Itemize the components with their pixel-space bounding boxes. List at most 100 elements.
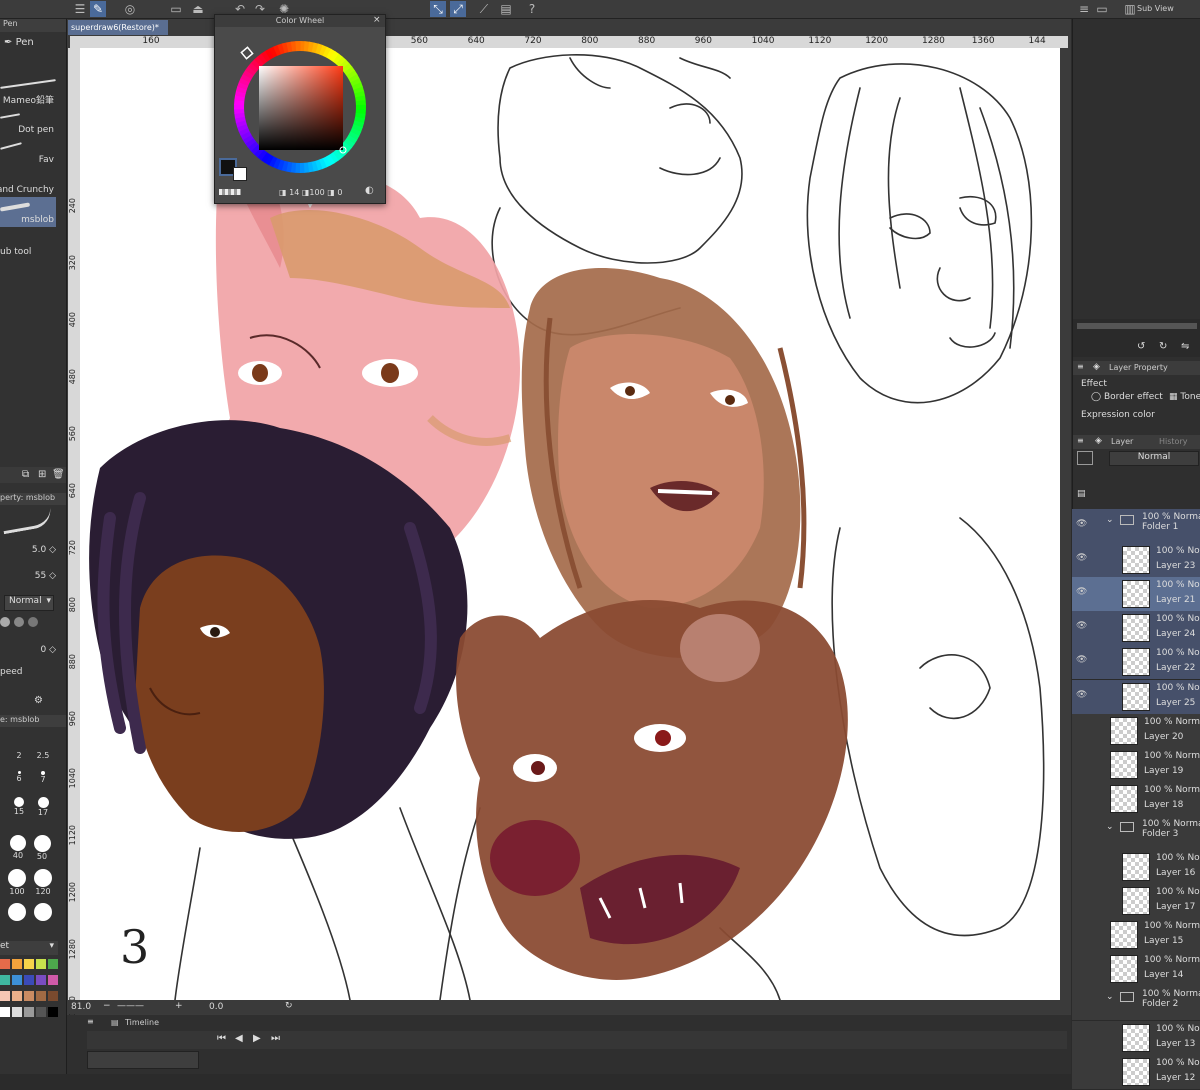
help-icon[interactable]: ? [524,1,540,17]
layer-name[interactable]: Layer 20 [1144,732,1183,742]
timeline-menu-icon[interactable]: ≡ [87,1017,94,1026]
blend-mode-select[interactable]: Normal [1109,451,1199,466]
layer-folder-row[interactable]: 👁 ⌄ 100 % Normal Folder 1 [1072,509,1200,544]
layer-name[interactable]: Layer 19 [1144,766,1183,776]
visibility-eye-icon[interactable] [1076,724,1086,734]
expand-chevron-icon[interactable]: ⌄ [1106,992,1114,1002]
hue-marker[interactable] [240,46,254,60]
border-effect-button[interactable]: ◯ Border effect [1091,392,1163,402]
layer-folder-row[interactable]: ⌄ 100 % Normal Folder 3 [1072,815,1200,851]
layer-name[interactable]: Layer 17 [1156,902,1195,912]
visibility-eye-icon[interactable] [1076,894,1086,904]
layer-name[interactable]: Folder 1 [1142,522,1178,532]
blend-mode-select[interactable]: Normal ▾ [4,595,54,611]
brush-size-item[interactable]: 6 [12,771,26,783]
navigator-slider[interactable] [1077,323,1197,329]
layer-row[interactable]: 100 % Nor Layer 17 [1072,884,1200,920]
expand-chevron-icon[interactable]: ⌄ [1106,515,1114,525]
snap-special-icon[interactable]: ⤢ [450,1,466,17]
layer-name[interactable]: Folder 2 [1142,999,1178,1009]
layer-name[interactable]: Layer 12 [1156,1073,1195,1083]
brush-size-item[interactable]: 2 [12,751,26,760]
trash-icon[interactable]: 🗑 [52,469,65,480]
color-swatch[interactable] [48,1007,58,1017]
visibility-eye-icon[interactable]: 👁 [1076,519,1087,529]
panel-menu-icon[interactable]: ≡ [1076,1,1092,17]
color-swatch[interactable] [24,959,34,969]
brush-size-item[interactable]: 2.5 [36,751,50,760]
tip-hard-icon[interactable] [0,617,10,627]
color-swatch[interactable] [24,991,34,1001]
subview-icon[interactable]: ▥ [1122,1,1138,17]
visibility-eye-icon[interactable]: 👁 [1076,553,1087,563]
save-icon[interactable]: ⏏ [190,1,206,17]
size-control[interactable]: 5.0 ◇ [0,545,56,555]
color-swatch[interactable] [12,991,22,1001]
color-swatch[interactable] [0,991,10,1001]
layer-row[interactable]: 👁 100 % Nor Layer 25 [1072,679,1200,715]
tone-button[interactable]: ▦ Tone [1169,392,1200,402]
sub-tool-tab[interactable]: Pen [0,19,66,32]
brush-item[interactable]: o and Crunchy [0,167,56,197]
color-swatch[interactable] [0,975,10,985]
layer-row[interactable]: 100 % Normal Layer 19 [1072,747,1200,783]
settings-icon[interactable]: ⚙ [34,695,43,706]
folder-icon[interactable]: ▭ [168,1,184,17]
visibility-eye-icon[interactable] [1076,826,1086,836]
layer-name[interactable]: Layer 16 [1156,868,1195,878]
layer-menu-icon[interactable]: ▤ [1077,489,1086,499]
layer-property-tab[interactable]: Layer Property [1109,362,1168,374]
layer-name[interactable]: Layer 24 [1156,629,1195,639]
color-swatch[interactable] [12,959,22,969]
opacity-control[interactable]: 55 ◇ [0,571,56,581]
color-swatch[interactable] [0,959,10,969]
rotation-value[interactable]: 0.0 [209,1002,223,1012]
tip-soft-icon[interactable] [14,617,24,627]
brush-size-item[interactable]: 17 [34,797,52,817]
brush-size-item[interactable] [6,903,28,921]
navigator-icon[interactable]: ▭ [1094,1,1110,17]
color-swatch[interactable] [12,975,22,985]
layer-name[interactable]: Layer 22 [1156,663,1195,673]
color-set-header[interactable]: et ▾ [0,941,58,955]
brush-tip-selector[interactable] [0,617,56,629]
copy-icon[interactable]: ⧉ [22,469,29,480]
next-frame-icon[interactable]: ⏭ [271,1033,280,1044]
prev-frame-icon[interactable]: ◀ [235,1033,243,1044]
layer-row[interactable]: 100 % Nor Layer 13 [1072,1020,1200,1056]
subview-tab[interactable]: Sub View [1137,4,1174,13]
rotate-right-icon[interactable]: ↻ [1159,341,1167,352]
visibility-eye-icon[interactable] [1076,1065,1086,1075]
close-icon[interactable]: × [373,15,381,25]
snap-ruler-icon[interactable]: ⤡ [430,1,446,17]
flip-icon[interactable]: ⇋ [1181,341,1189,352]
visibility-eye-icon[interactable] [1076,1031,1086,1041]
zoom-value[interactable]: 81.0 [71,1002,91,1012]
brush-item[interactable]: Fav [0,137,56,167]
pen-mode-icon[interactable]: ✎ [90,1,106,17]
layer-row[interactable]: 100 % Normal Layer 15 [1072,918,1200,954]
visibility-eye-icon[interactable] [1076,928,1086,938]
rotate-left-icon[interactable]: ↺ [1137,341,1145,352]
brush-item[interactable]: Mameo鉛筆 [0,77,56,107]
visibility-eye-icon[interactable]: 👁 [1076,587,1087,597]
document-icon[interactable]: ▤ [498,1,514,17]
layer-row[interactable]: 👁 100 % Nor Layer 23 [1072,543,1200,579]
zoom-slider[interactable]: ——— [117,1001,144,1011]
visibility-eye-icon[interactable]: 👁 [1076,690,1087,700]
brush-size-item[interactable]: 50 [32,835,52,861]
layer-name[interactable]: Layer 21 [1156,595,1195,605]
document-tab[interactable]: superdraw6(Restore)* ● [68,20,168,47]
visibility-eye-icon[interactable] [1076,860,1086,870]
layer-name[interactable]: Layer 25 [1156,698,1195,708]
zoom-out-icon[interactable]: − [103,1001,111,1011]
menu-icon[interactable]: ☰ [72,1,88,17]
layer-row[interactable]: 👁 100 % Nor Layer 24 [1072,611,1200,647]
visibility-eye-icon[interactable] [1076,996,1086,1006]
layer-row[interactable]: 👁 100 % Nor Layer 22 [1072,645,1200,681]
brush-size-item[interactable]: 100 [6,869,28,896]
color-swatch[interactable] [36,959,46,969]
color-swatch[interactable] [0,1007,10,1017]
layer-row[interactable]: 100 % Normal Layer 18 [1072,781,1200,817]
timeline-select[interactable] [87,1051,199,1069]
